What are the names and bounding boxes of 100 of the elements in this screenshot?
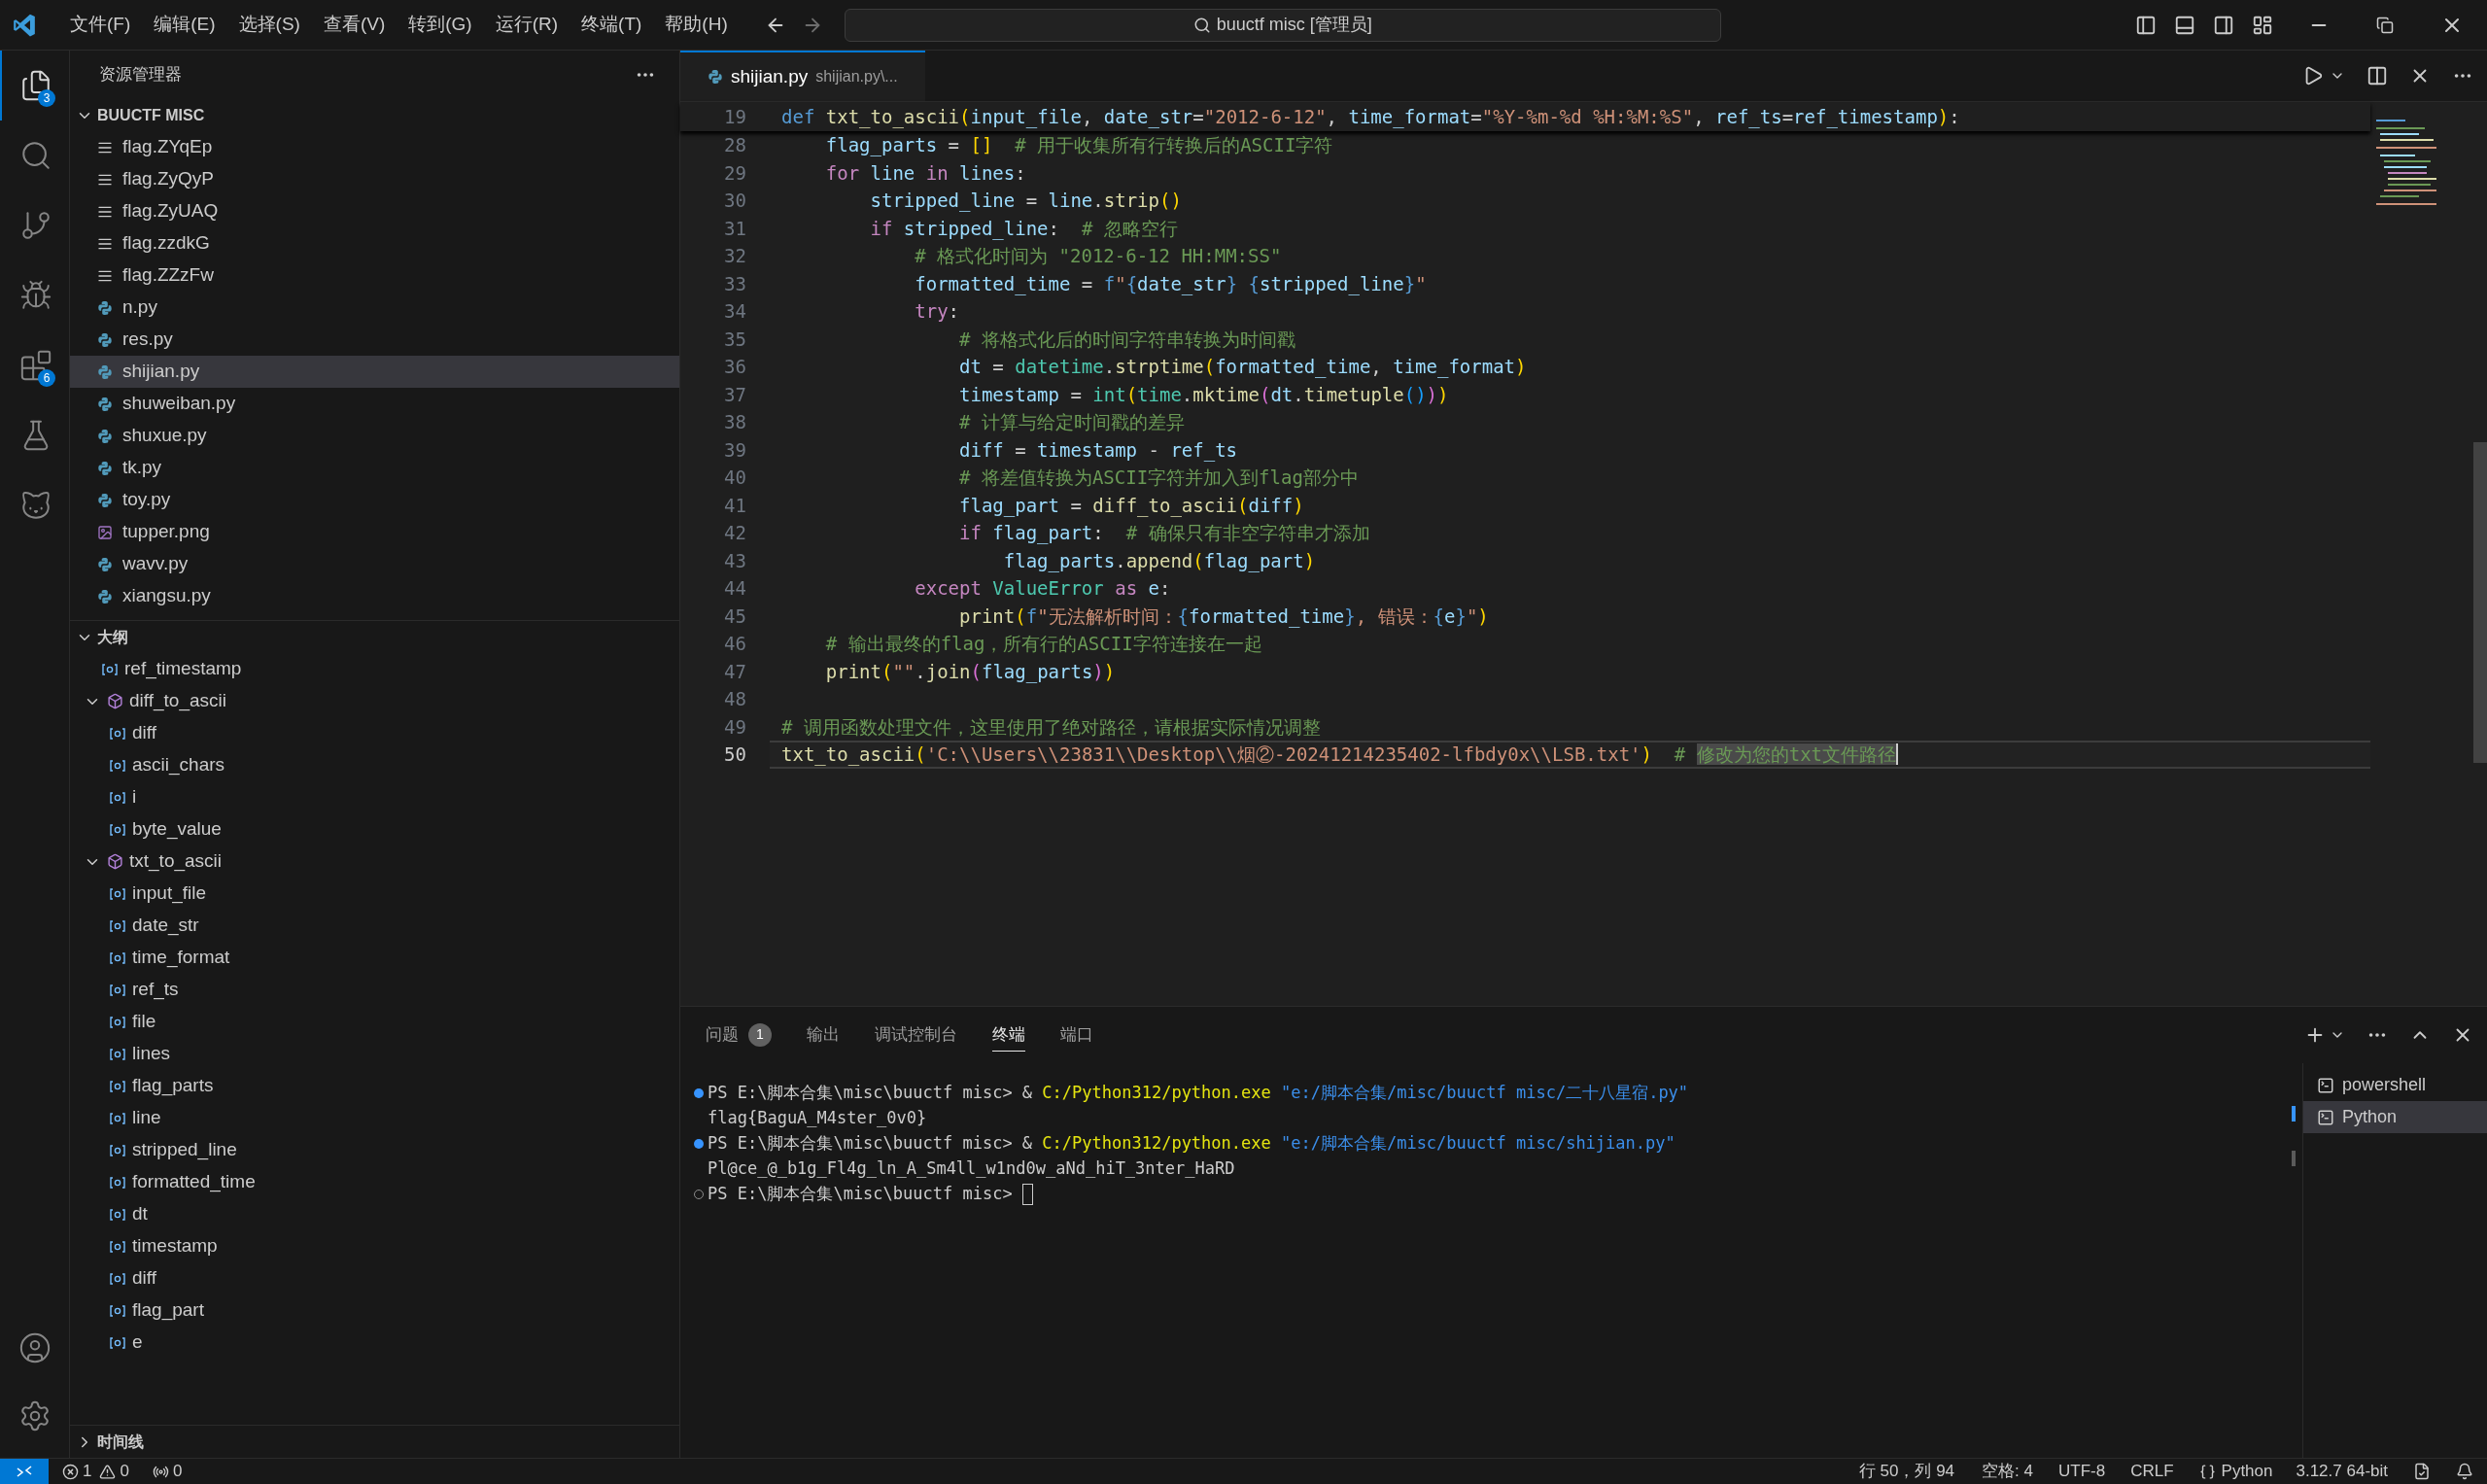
activity-button[interactable]: 6 (0, 330, 69, 400)
explorer-entry[interactable]: tk.py (70, 452, 679, 484)
cursor-position[interactable]: 行 50，列 94 (1858, 1459, 1955, 1484)
outline-item[interactable]: flag_part (70, 1294, 679, 1327)
encoding[interactable]: UTF-8 (2057, 1459, 2106, 1484)
line-number: 33 (723, 271, 746, 296)
outline-item[interactable]: file (70, 1006, 679, 1038)
code-line: diff = timestamp - ref_ts (958, 437, 1238, 464)
secondary-sidebar-icon[interactable] (2213, 14, 2234, 36)
menu-item[interactable]: 查看(V) (311, 11, 397, 39)
outline-item[interactable]: formatted_time (70, 1166, 679, 1198)
ports-button[interactable]: 0 (152, 1459, 183, 1484)
menu-item[interactable]: 运行(R) (483, 11, 570, 39)
line-number: 30 (723, 189, 746, 213)
variable-icon (109, 949, 126, 966)
outline-item[interactable]: e (70, 1327, 679, 1359)
outline-item[interactable]: ref_ts (70, 974, 679, 1006)
variable-icon (109, 1270, 126, 1287)
outline-header[interactable]: 大纲 (70, 621, 679, 653)
explorer-entry[interactable]: flag.ZyQyP (70, 163, 679, 195)
code-line: # 计算与给定时间戳的差异 (958, 410, 1185, 434)
outline-item[interactable]: input_file (70, 878, 679, 910)
outline-item[interactable]: dt (70, 1198, 679, 1230)
code-line: # 将差值转换为ASCII字符并加入到flag部分中 (958, 466, 1359, 490)
explorer-entry[interactable]: shuxue.py (70, 420, 679, 452)
layout-icon[interactable] (2252, 14, 2273, 36)
interpreter[interactable]: 3.12.7 64-bit (2296, 1459, 2388, 1484)
outline-item[interactable]: lines (70, 1038, 679, 1070)
outline-item[interactable]: time_format (70, 942, 679, 974)
line-number: 49 (723, 714, 746, 740)
outline-item[interactable]: diff_to_ascii (70, 685, 679, 717)
panel-tab[interactable]: 端口 (1060, 1018, 1093, 1052)
python-file-icon (97, 588, 113, 604)
explorer-entry[interactable]: flag.zzdkG (70, 227, 679, 259)
code-line: # 输出最终的flag，所有行的ASCII字符连接在一起 (824, 632, 1262, 656)
command-center[interactable]: buuctf misc [管理员] (844, 8, 1721, 42)
menu-item[interactable]: 文件(F) (58, 11, 143, 39)
outline-item[interactable]: date_str (70, 910, 679, 942)
restore-icon[interactable] (2376, 16, 2394, 34)
outline-item[interactable]: stripped_line (70, 1134, 679, 1166)
explorer-entry[interactable]: n.py (70, 292, 679, 324)
variable-icon (109, 982, 126, 998)
cube-icon (107, 853, 123, 870)
scrollbar-thumb[interactable] (2473, 442, 2487, 763)
line-number: 48 (723, 687, 746, 711)
folder-header[interactable]: BUUCTF MISC (70, 99, 679, 131)
panel-tab[interactable]: 输出 (807, 1018, 840, 1052)
outline-item[interactable]: byte_value (70, 813, 679, 846)
account-icon[interactable] (17, 1331, 52, 1364)
menu-item[interactable]: 帮助(H) (653, 11, 740, 39)
outline-item[interactable]: diff (70, 717, 679, 749)
code-line: for line in lines: (824, 160, 1026, 186)
explorer-entry[interactable]: xiangsu.py (70, 580, 679, 612)
explorer-entry[interactable]: wavv.py (70, 548, 679, 580)
feedback-icon[interactable] (2413, 1463, 2431, 1480)
panel-tab[interactable]: 终端 (992, 1018, 1025, 1052)
split-editor-icon[interactable] (2366, 65, 2388, 86)
menu-item[interactable]: 终端(T) (570, 11, 654, 39)
outline-item[interactable]: txt_to_ascii (70, 846, 679, 878)
terminal-item[interactable]: powershell (2303, 1069, 2487, 1101)
explorer-entry[interactable]: flag.ZZzFw (70, 259, 679, 292)
explorer-entry[interactable]: flag.ZyUAQ (70, 195, 679, 227)
indentation[interactable]: 空格: 4 (1982, 1459, 2033, 1484)
python-file-icon (708, 69, 723, 85)
explorer-entry[interactable]: shijian.py (70, 356, 679, 388)
panel-tab[interactable]: 调试控制台 (875, 1018, 957, 1052)
outline-item[interactable]: ref_timestamp (70, 653, 679, 685)
outline-item[interactable]: line (70, 1102, 679, 1134)
terminal-item[interactable]: Python (2303, 1101, 2487, 1133)
outline-item[interactable]: i (70, 781, 679, 813)
code-line: except ValueError as e: (914, 576, 1171, 601)
explorer-entry[interactable]: tupper.png (70, 516, 679, 548)
timeline-header[interactable]: 时间线 (70, 1426, 679, 1458)
variable-icon (109, 1142, 126, 1158)
sidebar-toggle-icon[interactable] (2135, 14, 2157, 36)
explorer-entry[interactable]: shuweiban.py (70, 388, 679, 420)
bell-icon[interactable] (2456, 1463, 2473, 1480)
code-line: timestamp = int(time.mktime(dt.timetuple())) (958, 382, 1449, 407)
terminal-icon (2317, 1108, 2334, 1126)
outline-item[interactable]: timestamp (70, 1230, 679, 1262)
menu-item[interactable]: 转到(G) (397, 11, 484, 39)
explorer-entry[interactable]: res.py (70, 324, 679, 356)
explorer-entry[interactable]: toy.py (70, 484, 679, 516)
problems-button[interactable]: 1 0 (62, 1459, 129, 1484)
count-badge: 6 (38, 369, 55, 387)
menu-item[interactable]: 选择(S) (226, 11, 312, 39)
outline-item[interactable]: ascii_chars (70, 749, 679, 781)
python-file-icon (97, 331, 113, 348)
cube-icon (107, 693, 123, 709)
line-number: 50 (723, 742, 746, 767)
remote-button[interactable] (0, 1459, 49, 1484)
menu-item[interactable]: 编辑(E) (142, 11, 227, 39)
editor-tab[interactable]: shijian.py shijian.py\... (680, 51, 925, 101)
panel-tab[interactable]: 问题 1 (706, 1018, 772, 1052)
language-mode[interactable]: Python (2198, 1459, 2273, 1484)
outline-item[interactable]: diff (70, 1262, 679, 1294)
panel-toggle-icon[interactable] (2174, 14, 2195, 36)
outline-item[interactable]: flag_parts (70, 1070, 679, 1102)
line-ending[interactable]: CRLF (2130, 1459, 2174, 1484)
explorer-entry[interactable]: flag.ZYqEp (70, 131, 679, 163)
